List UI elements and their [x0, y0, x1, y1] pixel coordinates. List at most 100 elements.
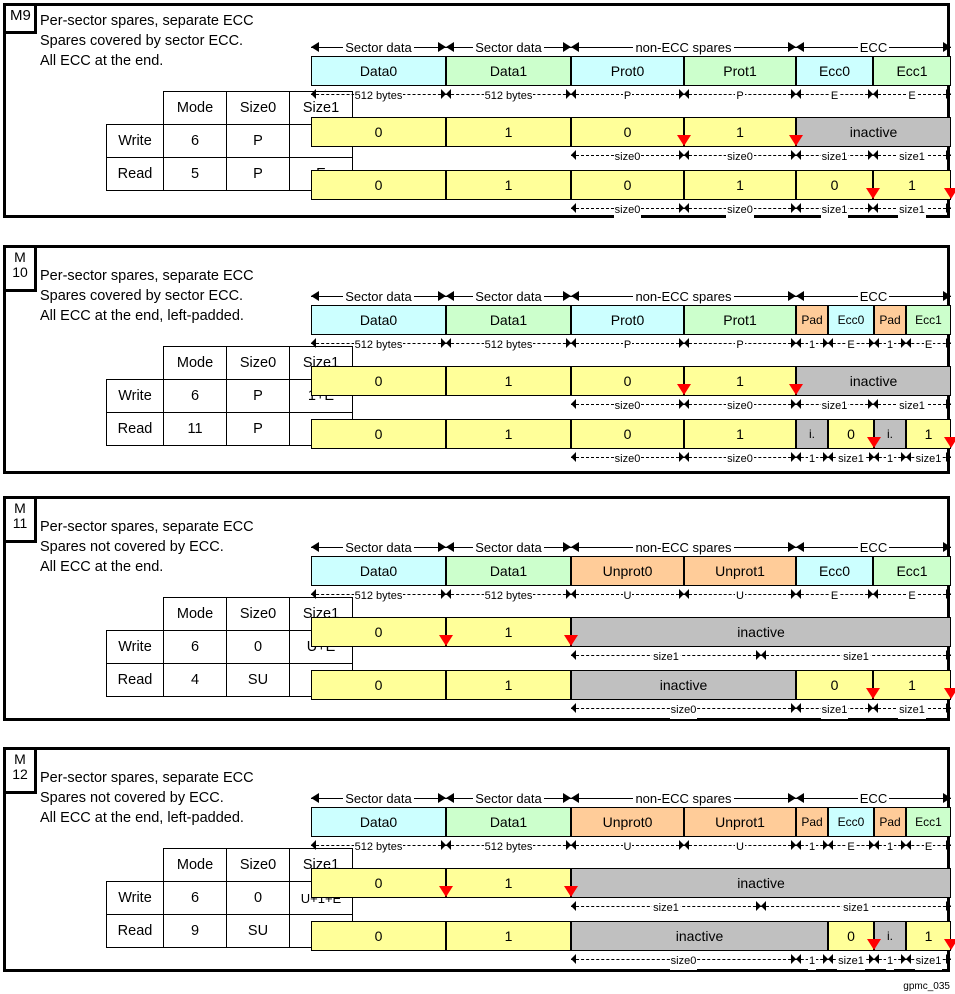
region-label: ECC: [857, 790, 890, 807]
region-non-ecc-spares: non-ECC spares: [571, 539, 796, 556]
dim-pad: 1: [874, 951, 906, 970]
size-end-marker-icon: [944, 939, 955, 950]
dim-label: size1: [842, 900, 870, 917]
field-size: 512 bytes: [311, 586, 446, 605]
dim-size1: size1: [873, 200, 951, 219]
field-cell: Data1: [446, 807, 571, 837]
dim-size0: size0: [684, 396, 796, 415]
access-cell: 1: [446, 366, 571, 396]
field-size: 1: [874, 837, 906, 856]
field-cell: Ecc0: [796, 556, 873, 586]
region-label: non-ECC spares: [633, 790, 734, 807]
size-end-marker-icon: [944, 437, 955, 448]
mode-tag-line1: M9: [10, 7, 31, 24]
size-end-marker-icon: [789, 135, 803, 146]
read-access-strip: 0 1 0 1 i. 0 i. 1: [311, 419, 955, 449]
dim-size0: size0: [571, 396, 684, 415]
layout-diagram-m12: Sector data Sector data non-ECC spares E…: [311, 790, 955, 970]
field-size: U: [684, 837, 796, 856]
size-label: P: [622, 337, 633, 354]
write-dim-line: size0 size0 size1 size1: [311, 147, 951, 166]
access-cell-inactive: inactive: [796, 117, 951, 147]
dim-size1: size1: [873, 396, 951, 415]
dim-label: size1: [820, 702, 849, 719]
access-cell: 0: [311, 366, 446, 396]
dim-size0: size0: [571, 200, 684, 219]
dim-label: size0: [613, 451, 642, 468]
access-cell: 0: [311, 868, 446, 898]
region-label: Sector data: [343, 539, 414, 556]
field-cell: Unprot1: [684, 807, 796, 837]
size-label: 512 bytes: [353, 88, 404, 105]
dim-size1: size1: [796, 700, 873, 719]
cell-write-mode: 6: [163, 881, 227, 915]
dim-label: size1: [652, 649, 680, 666]
access-cell-inactive: inactive: [571, 921, 828, 951]
size-end-marker-icon: [944, 188, 955, 199]
write-access-strip: 0 1 0 1 inactive: [311, 366, 951, 396]
size-end-marker-icon: [789, 384, 803, 395]
field-size: U: [571, 837, 684, 856]
field-cell: Data0: [311, 807, 446, 837]
mode-block-m9: M9 Per-sector spares, separate ECC Spare…: [3, 3, 955, 219]
field-cell: Unprot0: [571, 556, 684, 586]
field-cell: Data1: [446, 556, 571, 586]
field-size: 512 bytes: [446, 586, 571, 605]
mode-tag-line1: M: [14, 249, 26, 265]
region-label: Sector data: [473, 288, 544, 305]
field-cell: Prot0: [571, 56, 684, 86]
access-cell: 0: [311, 117, 446, 147]
dim-size0: size0: [684, 449, 796, 468]
mode-tag-line2: 10: [12, 264, 28, 280]
cell-write-size0: P: [226, 379, 290, 413]
region-sector-data-1: Sector data: [446, 288, 571, 305]
mode-description-m12: Per-sector spares, separate ECC Spares n…: [40, 770, 254, 826]
size-label: U: [735, 588, 745, 605]
figure-id-watermark: gpmc_035: [903, 981, 950, 992]
dim-label: size0: [669, 953, 698, 970]
field-size: 1: [874, 335, 906, 354]
field-cell: Data0: [311, 556, 446, 586]
field-size-line: 512 bytes 512 bytes U U 1 E 1 E: [311, 837, 951, 856]
region-label: ECC: [857, 288, 890, 305]
cell-read-mode: 4: [163, 663, 227, 697]
size-label: E: [829, 88, 840, 105]
field-cell: Data1: [446, 56, 571, 86]
access-cell: 0: [311, 419, 446, 449]
dim-label: 1: [885, 451, 895, 468]
dim-size0: size0: [571, 951, 796, 970]
region-header-line: Sector data Sector data non-ECC spares E…: [311, 539, 951, 556]
field-size: E: [796, 86, 873, 105]
size-end-marker-icon: [866, 688, 880, 699]
field-size: E: [796, 586, 873, 605]
read-dim-line: size0 1 size1 1 size1: [311, 951, 951, 970]
write-dim-line: size1 size1: [311, 647, 951, 666]
cell-write-size0: P: [226, 124, 290, 158]
size-end-marker-icon: [944, 688, 955, 699]
dim-pad: 1: [796, 449, 828, 468]
dim-label: size0: [726, 398, 754, 415]
dim-label: size0: [726, 202, 754, 219]
region-sector-data-0: Sector data: [311, 39, 446, 56]
field-size: E: [906, 837, 951, 856]
field-size-line: 512 bytes 512 bytes P P E E: [311, 86, 951, 105]
cell-read-size0: SU: [226, 663, 290, 697]
size-label: 512 bytes: [353, 337, 404, 354]
dim-label: size1: [898, 702, 926, 719]
dim-label: size1: [820, 149, 849, 166]
access-cell: 0: [311, 170, 446, 200]
access-cell: 0: [571, 170, 684, 200]
field-size: 1: [796, 837, 828, 856]
region-ecc: ECC: [796, 39, 951, 56]
size-label: U: [735, 839, 745, 856]
access-cell: 0: [311, 617, 446, 647]
size-end-marker-icon: [439, 886, 453, 897]
mode-description-m11: Per-sector spares, separate ECC Spares n…: [40, 519, 254, 575]
region-sector-data-1: Sector data: [446, 39, 571, 56]
region-ecc: ECC: [796, 790, 951, 807]
cell-read-size0: P: [226, 412, 290, 446]
size-label: 512 bytes: [353, 588, 404, 605]
size-label: 1: [807, 337, 817, 354]
dim-label: size1: [842, 649, 870, 666]
dim-pad: 1: [796, 951, 828, 970]
